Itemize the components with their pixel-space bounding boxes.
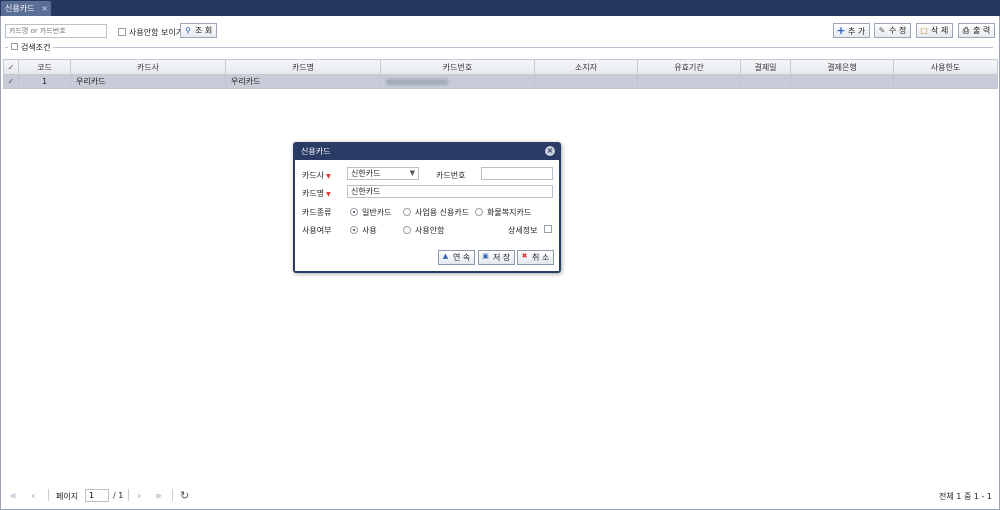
card-name-field[interactable] xyxy=(347,185,553,198)
last-page-icon[interactable]: » xyxy=(155,489,162,502)
card-grid: ✓ 코드 카드사 카드명 카드번호 소지자 유효기간 결제일 결제은행 사용한도… xyxy=(3,59,998,89)
radio-unused[interactable]: 사용안함 xyxy=(403,225,444,236)
table-row[interactable]: ✓ 1 우리카드 우리카드 xyxy=(3,74,998,89)
refresh-icon[interactable]: ↻ xyxy=(180,489,189,502)
cell-code: 1 xyxy=(18,74,71,89)
record-summary: 전체 1 중 1 - 1 xyxy=(939,492,992,501)
detail-label: 상세정보 xyxy=(508,226,538,235)
masked-card-number xyxy=(386,78,448,85)
save-button[interactable]: ▣ 저 장 xyxy=(478,250,516,265)
search-conditions: 검색조건 xyxy=(5,42,993,53)
radio-normal-card[interactable]: 일반카드 xyxy=(350,207,391,218)
close-icon[interactable]: × xyxy=(545,146,555,156)
divider xyxy=(128,489,129,501)
radio-icon xyxy=(403,225,411,234)
continue-button[interactable]: ▲ 연 속 xyxy=(438,250,476,265)
radio-icon xyxy=(403,207,411,216)
column-header[interactable]: 카드명 xyxy=(225,59,381,75)
cell-number xyxy=(380,74,535,89)
company-select[interactable]: 신한카드 ▼ xyxy=(347,167,419,180)
edit-button[interactable]: ✎ 수 정 xyxy=(874,23,912,38)
column-header[interactable]: 카드사 xyxy=(70,59,226,75)
cell-name: 우리카드 xyxy=(225,74,381,89)
check-icon: ✓ xyxy=(7,77,15,86)
dialog-title: 신용카드 xyxy=(301,147,331,156)
radio-selected-icon xyxy=(350,207,358,216)
plus-icon: + xyxy=(836,24,846,37)
select-all-checkbox[interactable]: ✓ xyxy=(3,59,19,75)
first-page-icon[interactable]: « xyxy=(10,489,17,502)
credit-card-dialog: 신용카드 × 카드사▼ 신한카드 ▼ 카드번호 카드명▼ 카드종류 일반카드 사… xyxy=(293,142,561,273)
show-unused-label: 사용안함 보이기 xyxy=(129,28,184,37)
tab-credit-card[interactable]: 신용카드 × xyxy=(1,1,51,16)
tab-bar: 신용카드 × xyxy=(0,0,1000,16)
search-conditions-checkbox[interactable] xyxy=(11,43,18,50)
tab-label: 신용카드 xyxy=(5,4,35,13)
required-icon: ▼ xyxy=(326,191,331,198)
page-label: 페이지 xyxy=(56,492,79,501)
show-unused-toggle[interactable]: 사용안함 보이기 xyxy=(118,27,183,38)
divider xyxy=(5,47,993,48)
trash-icon: □ xyxy=(920,26,928,35)
tab-close-icon[interactable]: × xyxy=(41,1,48,16)
print-button[interactable]: ⎙ 출 력 xyxy=(958,23,996,38)
usage-label: 사용여부 xyxy=(302,226,332,235)
column-header[interactable]: 결제은행 xyxy=(790,59,894,75)
search-input[interactable] xyxy=(5,24,107,38)
show-unused-checkbox[interactable] xyxy=(118,27,126,36)
radio-freight-card[interactable]: 화물복지카드 xyxy=(475,207,531,218)
delete-button[interactable]: □ 삭 제 xyxy=(916,23,954,38)
divider xyxy=(48,489,49,501)
column-header[interactable]: 사용한도 xyxy=(893,59,998,75)
total-pages: / 1 xyxy=(113,491,124,500)
cell-pay-day xyxy=(740,74,791,89)
divider xyxy=(172,489,173,501)
add-button[interactable]: + 추 가 xyxy=(833,23,871,38)
cancel-button[interactable]: ✖ 취 소 xyxy=(517,250,555,265)
radio-use[interactable]: 사용 xyxy=(350,225,377,236)
type-label: 카드종류 xyxy=(302,208,332,217)
radio-selected-icon xyxy=(350,225,358,234)
dialog-body: 카드사▼ 신한카드 ▼ 카드번호 카드명▼ 카드종류 일반카드 사업용 신용카드… xyxy=(295,160,559,271)
required-icon: ▼ xyxy=(326,173,331,180)
search-button[interactable]: ⚲ 조 회 xyxy=(180,23,218,38)
floppy-icon: ▣ xyxy=(482,252,489,260)
column-header[interactable]: 결제일 xyxy=(740,59,791,75)
pencil-icon: ✎ xyxy=(878,26,886,35)
cell-bank xyxy=(790,74,894,89)
detail-checkbox[interactable] xyxy=(544,225,552,233)
check-icon: ✓ xyxy=(7,62,15,72)
cell-holder xyxy=(534,74,638,89)
cell-expiry xyxy=(637,74,741,89)
column-header[interactable]: 카드번호 xyxy=(380,59,535,75)
cell-company: 우리카드 xyxy=(70,74,226,89)
radio-icon xyxy=(475,207,483,216)
printer-icon: ⎙ xyxy=(962,26,970,35)
column-header[interactable]: 코드 xyxy=(18,59,71,75)
number-label: 카드번호 xyxy=(436,171,466,180)
pager: « ‹ 페이지 / 1 › » ↻ 전체 1 중 1 - 1 xyxy=(0,486,998,506)
continue-icon: ▲ xyxy=(442,252,449,260)
column-header[interactable]: 유효기간 xyxy=(637,59,741,75)
search-conditions-toggle[interactable]: 검색조건 xyxy=(8,42,54,53)
radio-business-card[interactable]: 사업용 신용카드 xyxy=(403,207,469,218)
page-input[interactable] xyxy=(85,489,109,502)
column-header[interactable]: 소지자 xyxy=(534,59,638,75)
row-checkbox[interactable]: ✓ xyxy=(3,74,19,89)
grid-header: ✓ 코드 카드사 카드명 카드번호 소지자 유효기간 결제일 결제은행 사용한도 xyxy=(3,59,998,75)
cancel-icon: ✖ xyxy=(521,252,528,260)
name-label: 카드명 ▼ xyxy=(302,189,331,198)
company-label: 카드사 ▼ xyxy=(302,171,331,180)
cell-limit xyxy=(893,74,998,89)
card-number-field[interactable] xyxy=(481,167,553,180)
chevron-down-icon: ▼ xyxy=(409,169,415,177)
magnifier-icon: ⚲ xyxy=(185,26,191,35)
next-page-icon[interactable]: › xyxy=(137,489,141,502)
prev-page-icon[interactable]: ‹ xyxy=(31,489,35,502)
